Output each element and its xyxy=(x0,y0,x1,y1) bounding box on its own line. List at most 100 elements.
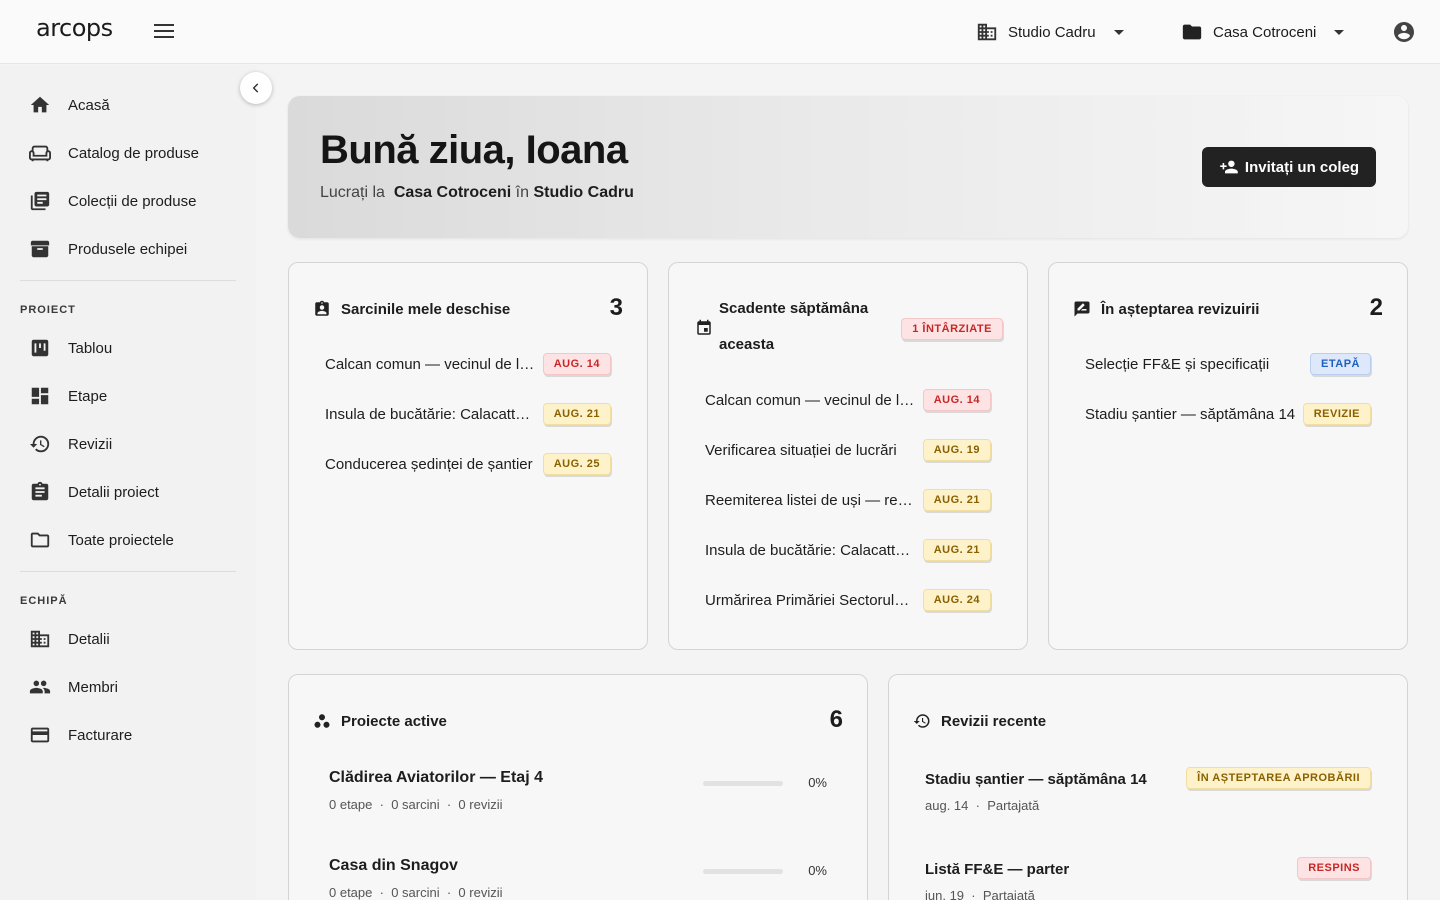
people-icon xyxy=(29,676,51,698)
review-title: Stadiu șantier — săptămâna 14 xyxy=(1085,405,1296,423)
review-title: Selecție FF&E și specificații xyxy=(1085,355,1270,373)
card-title-line2: aceasta xyxy=(719,336,775,353)
project-row[interactable]: Casa din Snagov 0 etape · 0 sarcini · 0 … xyxy=(329,857,827,900)
due-badge: AUG. 24 xyxy=(922,589,991,611)
due-badge: AUG. 21 xyxy=(922,489,991,511)
folder-icon xyxy=(29,529,51,551)
list-item[interactable]: Selecție FF&E și specificații ETAPĂ xyxy=(1085,352,1371,376)
review-count: 2 xyxy=(1369,294,1383,321)
archive-icon xyxy=(29,238,51,260)
sidebar-item-all-projects[interactable]: Toate proiectele xyxy=(20,520,236,560)
list-item[interactable]: Stadiu șantier — săptămâna 14 REVIZIE xyxy=(1085,402,1371,426)
sidebar-item-label: Tablou xyxy=(68,339,113,357)
welcome-banner: Bună ziua, Ioana Lucrați la Casa Cotroce… xyxy=(288,96,1408,238)
card-title: Proiecte active xyxy=(341,712,447,730)
board-icon xyxy=(29,337,51,359)
sidebar: Acasă Catalog de produse Colecții de pro… xyxy=(0,65,256,900)
active-projects-card: Proiecte active 6 Clădirea Aviatorilor —… xyxy=(288,674,868,900)
dashboard-icon xyxy=(29,385,51,407)
task-title: Reemiterea listei de uși — rev. C xyxy=(705,491,917,509)
subtitle-studio: Studio Cadru xyxy=(533,184,634,201)
list-item[interactable]: Conducerea ședinței de șantier AUG. 25 xyxy=(325,452,611,476)
task-title: Insula de bucătărie: Calacatta sau Nero xyxy=(705,541,917,559)
sidebar-item-project-details[interactable]: Detalii proiect xyxy=(20,472,236,512)
chevron-down-icon xyxy=(1113,29,1124,35)
card-title: Sarcinile mele deschise xyxy=(341,300,511,318)
revision-meta: iun. 19 · Partajată xyxy=(925,888,1371,900)
event-icon xyxy=(697,319,711,335)
subtitle-project: Casa Cotroceni xyxy=(393,184,512,201)
card-header: Revizii recente xyxy=(913,712,1046,730)
building-icon xyxy=(29,628,51,650)
app-logo[interactable]: arcops xyxy=(36,14,113,42)
sidebar-item-collections[interactable]: Colecții de produse xyxy=(20,181,236,221)
library-icon xyxy=(29,190,51,212)
rate-review-icon xyxy=(1074,301,1090,317)
account-icon[interactable] xyxy=(1392,20,1416,44)
type-badge: REVIZIE xyxy=(1302,403,1371,425)
progress-label: 0% xyxy=(808,863,827,878)
list-item[interactable]: Verificarea situației de lucrări AUG. 19 xyxy=(705,438,991,462)
projects-count: 6 xyxy=(829,706,843,733)
home-icon xyxy=(29,94,51,116)
sidebar-section-project: PROIECT xyxy=(20,304,76,316)
list-item[interactable]: Calcan comun — vecinul de la nr. 12 AUG.… xyxy=(325,352,611,376)
workspaces-icon xyxy=(314,714,330,728)
stages-count: 0 etape xyxy=(329,885,373,900)
sidebar-item-label: Detalii xyxy=(68,630,110,648)
due-badge: AUG. 14 xyxy=(922,389,991,411)
sidebar-item-label: Etape xyxy=(68,387,108,405)
tasks-count: 0 sarcini xyxy=(391,885,440,900)
task-title: Verificarea situației de lucrări xyxy=(705,441,897,459)
list-item[interactable]: Reemiterea listei de uși — rev. C AUG. 2… xyxy=(705,488,991,512)
list-item[interactable]: Urmărirea Primăriei Sectorului 5 AUG. 24 xyxy=(705,588,991,612)
top-bar: arcops Studio Cadru Casa Cotroceni xyxy=(0,0,1440,64)
sidebar-item-board[interactable]: Tablou xyxy=(20,328,236,368)
due-badge: AUG. 19 xyxy=(922,439,991,461)
sidebar-item-catalog[interactable]: Catalog de produse xyxy=(20,133,236,173)
sidebar-item-label: Toate proiectele xyxy=(68,531,174,549)
tasks-count: 0 sarcini xyxy=(391,797,440,812)
invite-label: Invitați un coleg xyxy=(1244,158,1360,176)
revision-row[interactable]: Listă FF&E — parter iun. 19 · Partajată … xyxy=(925,857,1371,900)
card-header: Sarcinile mele deschise xyxy=(313,300,510,318)
sidebar-item-label: Produsele echipei xyxy=(68,240,188,258)
revision-share-status: Partajată xyxy=(987,798,1040,813)
sidebar-item-label: Acasă xyxy=(68,96,110,114)
sidebar-item-team-details[interactable]: Detalii xyxy=(20,619,236,659)
sofa-icon xyxy=(29,142,51,164)
sidebar-item-label: Catalog de produse xyxy=(68,144,199,162)
sidebar-item-billing[interactable]: Facturare xyxy=(20,715,236,755)
due-badge: AUG. 14 xyxy=(542,353,611,375)
card-header: Proiecte active xyxy=(313,712,447,730)
revisions-count: 0 revizii xyxy=(458,885,503,900)
studio-selector[interactable]: Studio Cadru xyxy=(976,18,1124,46)
project-row[interactable]: Clădirea Aviatorilor — Etaj 4 0 etape · … xyxy=(329,769,827,812)
credit-card-icon xyxy=(29,724,51,746)
sidebar-item-label: Revizii xyxy=(68,435,113,453)
list-item[interactable]: Insula de bucătărie: Calacatta sau Nero … xyxy=(705,538,991,562)
sidebar-item-members[interactable]: Membri xyxy=(20,667,236,707)
sidebar-item-stages[interactable]: Etape xyxy=(20,376,236,416)
invite-colleague-button[interactable]: Invitați un coleg xyxy=(1202,147,1376,187)
task-title: Calcan comun — vecinul de la nr. 12 xyxy=(705,391,917,409)
list-item[interactable]: Insula de bucătărie: Calacatta sau Nero … xyxy=(325,402,611,426)
task-title: Calcan comun — vecinul de la nr. 12 xyxy=(325,355,537,373)
sidebar-item-team-products[interactable]: Produsele echipei xyxy=(20,229,236,269)
project-selector[interactable]: Casa Cotroceni xyxy=(1181,18,1345,46)
sidebar-item-revisions[interactable]: Revizii xyxy=(20,424,236,464)
revision-row[interactable]: Stadiu șantier — săptămâna 14 aug. 14 · … xyxy=(925,767,1371,813)
separator: · xyxy=(446,797,452,812)
collapse-sidebar-button[interactable] xyxy=(240,72,272,104)
list-item[interactable]: Calcan comun — vecinul de la nr. 12 AUG.… xyxy=(705,388,991,412)
menu-icon[interactable] xyxy=(154,24,174,40)
card-title: În așteptarea revizuirii xyxy=(1101,300,1260,318)
studio-name: Studio Cadru xyxy=(1008,23,1096,41)
revision-date: iun. 19 xyxy=(925,888,965,900)
sidebar-item-label: Membri xyxy=(68,678,119,696)
subtitle-mid: în xyxy=(515,184,529,201)
task-title: Urmărirea Primăriei Sectorului 5 xyxy=(705,591,917,609)
sidebar-item-home[interactable]: Acasă xyxy=(20,85,236,125)
history-icon xyxy=(29,433,51,455)
welcome-subtitle: Lucrați la Casa Cotroceni în Studio Cadr… xyxy=(320,184,634,202)
